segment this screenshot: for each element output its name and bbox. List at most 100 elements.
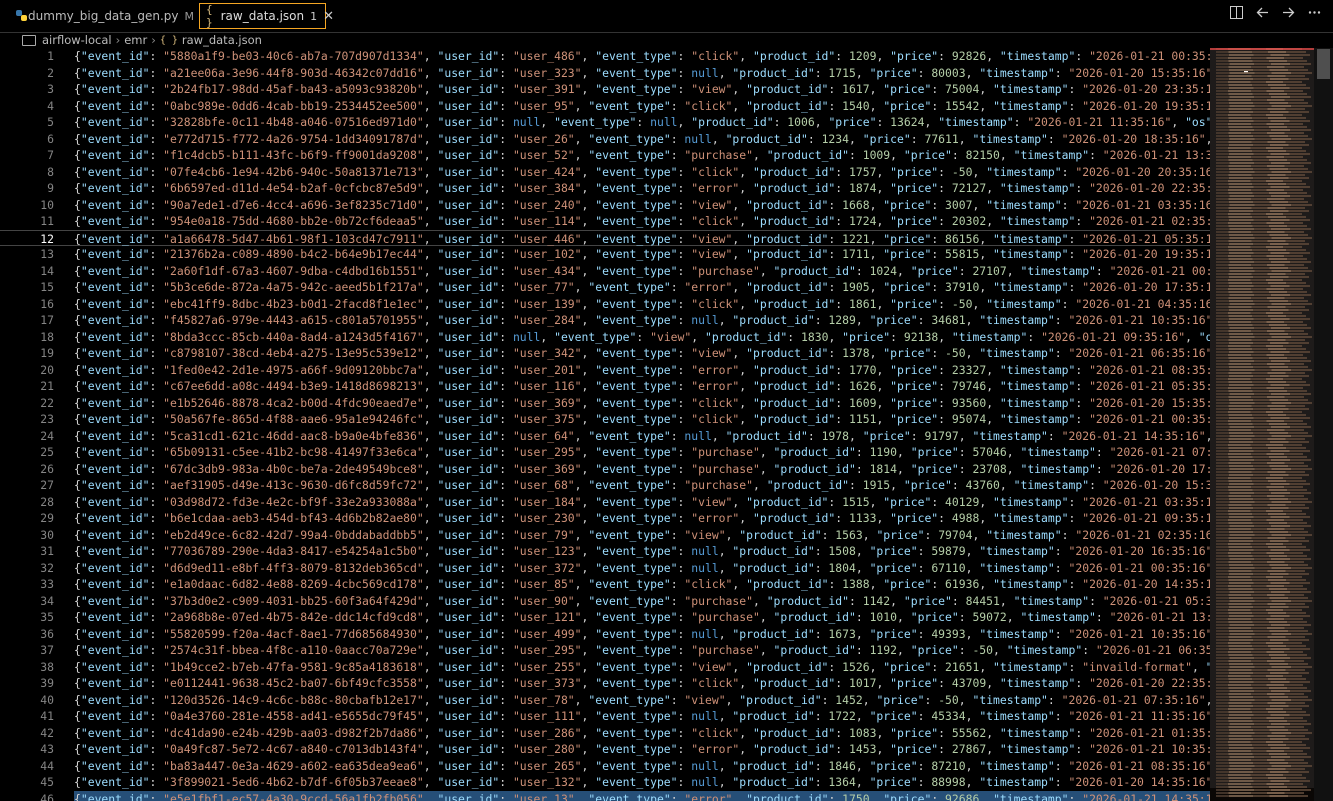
code-editor[interactable]: 1 {"event_id": "5880a1f9-be03-40c6-ab7a-7… xyxy=(0,48,1210,801)
code-text[interactable]: {"event_id": "a1a66478-5d47-4b61-98f1-10… xyxy=(74,231,1210,248)
code-text[interactable]: {"event_id": "f45827a6-979e-4443-a615-c8… xyxy=(74,312,1210,329)
code-text[interactable]: {"event_id": "77036789-290e-4da3-8417-e5… xyxy=(74,543,1210,560)
code-text[interactable]: {"event_id": "e0112441-9638-45c2-ba07-6b… xyxy=(74,675,1210,692)
code-text[interactable]: {"event_id": "b6e1cdaa-aeb3-454d-bf43-4d… xyxy=(74,510,1210,527)
code-text[interactable]: {"event_id": "a21ee06a-3e96-44f8-903d-46… xyxy=(74,65,1210,82)
code-line[interactable]: 40 {"event_id": "120d3526-14c9-4c6c-b88c-… xyxy=(0,692,1210,709)
minimap[interactable] xyxy=(1210,48,1314,801)
code-line[interactable]: 9 {"event_id": "6b6597ed-d11d-4e54-b2af-0… xyxy=(0,180,1210,197)
code-line[interactable]: 14 {"event_id": "2a60f1df-67a3-4607-9dba-… xyxy=(0,263,1210,280)
code-text[interactable]: {"event_id": "e772d715-f772-4a26-9754-1d… xyxy=(74,131,1210,148)
code-text[interactable]: {"event_id": "32828bfe-0c11-4b48-a046-07… xyxy=(74,114,1210,131)
code-text[interactable]: {"event_id": "c67ee6dd-a08c-4494-b3e9-14… xyxy=(74,378,1210,395)
tab-raw-data-json[interactable]: { } raw_data.json 1 ✕ xyxy=(199,3,334,29)
go-back-icon[interactable] xyxy=(1253,6,1271,23)
tab-dummy-big-data-gen[interactable]: dummy_big_data_gen.py M xyxy=(16,3,194,29)
code-line[interactable]: 28 {"event_id": "03d98d72-fd3e-4e2c-bf9f-… xyxy=(0,494,1210,511)
code-text[interactable]: {"event_id": "8bda3ccc-85cb-440a-8ad4-a1… xyxy=(74,329,1210,346)
code-line[interactable]: 43 {"event_id": "0a49fc87-5e72-4c67-a840-… xyxy=(0,741,1210,758)
code-line[interactable]: 26 {"event_id": "67dc3db9-983a-4b0c-be7a-… xyxy=(0,461,1210,478)
vertical-scrollbar[interactable] xyxy=(1314,48,1333,801)
code-text[interactable]: {"event_id": "3f899021-5ed6-4b62-b7df-6f… xyxy=(74,774,1210,791)
code-line[interactable]: 17 {"event_id": "f45827a6-979e-4443-a615-… xyxy=(0,312,1210,329)
code-line[interactable]: 46 {"event_id": "e5e1fbf1-ec57-4a30-9ccd-… xyxy=(0,790,1210,801)
code-text[interactable]: {"event_id": "eb2d49ce-6c82-42d7-99a4-0b… xyxy=(74,527,1210,544)
code-line[interactable]: 5 {"event_id": "32828bfe-0c11-4b48-a046-0… xyxy=(0,114,1210,131)
code-text[interactable]: {"event_id": "e1b52646-8878-4ca2-b00d-4f… xyxy=(74,395,1210,412)
code-text[interactable]: {"event_id": "0a49fc87-5e72-4c67-a840-c7… xyxy=(74,741,1210,758)
code-text[interactable]: {"event_id": "5ca31cd1-621c-46dd-aac8-b9… xyxy=(74,428,1210,445)
code-text[interactable]: {"event_id": "5880a1f9-be03-40c6-ab7a-70… xyxy=(74,48,1210,65)
code-line[interactable]: 15 {"event_id": "5b3ce6de-872a-4a75-942c-… xyxy=(0,279,1210,296)
code-text[interactable]: {"event_id": "120d3526-14c9-4c6c-b88c-80… xyxy=(74,692,1210,709)
code-text[interactable]: {"event_id": "1fed0e42-2d1e-4975-a66f-9d… xyxy=(74,362,1210,379)
breadcrumb-item-airflow-local[interactable]: airflow-local xyxy=(42,33,112,47)
code-text[interactable]: {"event_id": "55820599-f20a-4acf-8ae1-77… xyxy=(74,626,1210,643)
code-line[interactable]: 29 {"event_id": "b6e1cdaa-aeb3-454d-bf43-… xyxy=(0,510,1210,527)
code-line[interactable]: 30 {"event_id": "eb2d49ce-6c82-42d7-99a4-… xyxy=(0,527,1210,544)
code-text[interactable]: {"event_id": "67dc3db9-983a-4b0c-be7a-2d… xyxy=(74,461,1210,478)
code-line[interactable]: 41 {"event_id": "0a4e3760-281e-4558-ad41-… xyxy=(0,708,1210,725)
code-text[interactable]: {"event_id": "dc41da90-e24b-429b-aa03-d9… xyxy=(74,725,1210,742)
code-line[interactable]: 3 {"event_id": "2b24fb17-98dd-45af-ba43-a… xyxy=(0,81,1210,98)
code-line[interactable]: 20 {"event_id": "1fed0e42-2d1e-4975-a66f-… xyxy=(0,362,1210,379)
more-actions-icon[interactable] xyxy=(1305,6,1323,23)
code-line[interactable]: 39 {"event_id": "e0112441-9638-45c2-ba07-… xyxy=(0,675,1210,692)
code-line[interactable]: 13 {"event_id": "21376b2a-c089-4890-b4c2-… xyxy=(0,246,1210,263)
code-text[interactable]: {"event_id": "2a968b8e-07ed-4b75-842e-dd… xyxy=(74,609,1210,626)
code-line[interactable]: 32 {"event_id": "d6d9ed11-e8bf-4ff3-8079-… xyxy=(0,560,1210,577)
code-text[interactable]: {"event_id": "03d98d72-fd3e-4e2c-bf9f-33… xyxy=(74,494,1210,511)
code-line[interactable]: 38 {"event_id": "1b49cce2-b7eb-47fa-9581-… xyxy=(0,659,1210,676)
code-text[interactable]: {"event_id": "50a567fe-865d-4f88-aae6-95… xyxy=(74,411,1210,428)
code-line[interactable]: 10 {"event_id": "90a7ede1-d7e6-4cc4-a696-… xyxy=(0,197,1210,214)
code-line[interactable]: 11 {"event_id": "954e0a18-75dd-4680-bb2e-… xyxy=(0,213,1210,230)
code-text[interactable]: {"event_id": "e1a0daac-6d82-4e88-8269-4c… xyxy=(74,576,1210,593)
code-line[interactable]: 21 {"event_id": "c67ee6dd-a08c-4494-b3e9-… xyxy=(0,378,1210,395)
code-text[interactable]: {"event_id": "ba83a447-0e3a-4629-a602-ea… xyxy=(74,758,1210,775)
code-text[interactable]: {"event_id": "0abc989e-0dd6-4cab-bb19-25… xyxy=(74,98,1210,115)
breadcrumb-item-file[interactable]: raw_data.json xyxy=(182,33,262,47)
code-text[interactable]: {"event_id": "6b6597ed-d11d-4e54-b2af-0c… xyxy=(74,180,1210,197)
code-line[interactable]: 44 {"event_id": "ba83a447-0e3a-4629-a602-… xyxy=(0,758,1210,775)
code-text[interactable]: {"event_id": "0a4e3760-281e-4558-ad41-e5… xyxy=(74,708,1210,725)
code-line[interactable]: 31 {"event_id": "77036789-290e-4da3-8417-… xyxy=(0,543,1210,560)
code-line[interactable]: 6 {"event_id": "e772d715-f772-4a26-9754-1… xyxy=(0,131,1210,148)
code-line[interactable]: 19 {"event_id": "c8798107-38cd-4eb4-a275-… xyxy=(0,345,1210,362)
breadcrumb-item-emr[interactable]: emr xyxy=(124,33,147,47)
split-editor-icon[interactable] xyxy=(1227,6,1245,23)
code-line[interactable]: 27 {"event_id": "aef31905-d49e-413c-9630-… xyxy=(0,477,1210,494)
code-line[interactable]: 42 {"event_id": "dc41da90-e24b-429b-aa03-… xyxy=(0,725,1210,742)
code-line[interactable]: 35 {"event_id": "2a968b8e-07ed-4b75-842e-… xyxy=(0,609,1210,626)
code-line[interactable]: 36 {"event_id": "55820599-f20a-4acf-8ae1-… xyxy=(0,626,1210,643)
code-line[interactable]: 23 {"event_id": "50a567fe-865d-4f88-aae6-… xyxy=(0,411,1210,428)
code-line[interactable]: 16 {"event_id": "ebc41ff9-8dbc-4b23-b0d1-… xyxy=(0,296,1210,313)
code-line[interactable]: 1 {"event_id": "5880a1f9-be03-40c6-ab7a-7… xyxy=(0,48,1210,65)
code-line[interactable]: 24 {"event_id": "5ca31cd1-621c-46dd-aac8-… xyxy=(0,428,1210,445)
code-text[interactable]: {"event_id": "5b3ce6de-872a-4a75-942c-ae… xyxy=(74,279,1210,296)
code-text[interactable]: {"event_id": "07fe4cb6-1e94-42b6-940c-50… xyxy=(74,164,1210,181)
code-line[interactable]: 18 {"event_id": "8bda3ccc-85cb-440a-8ad4-… xyxy=(0,329,1210,346)
code-line[interactable]: 7 {"event_id": "f1c4dcb5-b111-43fc-b6f9-f… xyxy=(0,147,1210,164)
code-text[interactable]: {"event_id": "c8798107-38cd-4eb4-a275-13… xyxy=(74,345,1210,362)
close-tab-icon[interactable]: ✕ xyxy=(323,9,334,24)
code-text[interactable]: {"event_id": "90a7ede1-d7e6-4cc4-a696-3e… xyxy=(74,197,1210,214)
code-line[interactable]: 25 {"event_id": "65b09131-c5ee-41b2-bc98-… xyxy=(0,444,1210,461)
code-line[interactable]: 8 {"event_id": "07fe4cb6-1e94-42b6-940c-5… xyxy=(0,164,1210,181)
code-text[interactable]: {"event_id": "ebc41ff9-8dbc-4b23-b0d1-2f… xyxy=(74,296,1210,313)
code-text[interactable]: {"event_id": "2574c31f-bbea-4f8c-a110-0a… xyxy=(74,642,1210,659)
code-text[interactable]: {"event_id": "2a60f1df-67a3-4607-9dba-c4… xyxy=(74,263,1210,280)
code-line[interactable]: 37 {"event_id": "2574c31f-bbea-4f8c-a110-… xyxy=(0,642,1210,659)
code-line[interactable]: 34 {"event_id": "37b3d0e2-c909-4031-bb25-… xyxy=(0,593,1210,610)
code-text[interactable]: {"event_id": "954e0a18-75dd-4680-bb2e-0b… xyxy=(74,213,1210,230)
code-text[interactable]: {"event_id": "1b49cce2-b7eb-47fa-9581-9c… xyxy=(74,659,1210,676)
go-forward-icon[interactable] xyxy=(1279,6,1297,23)
code-text[interactable]: {"event_id": "aef31905-d49e-413c-9630-d6… xyxy=(74,477,1210,494)
code-text[interactable]: {"event_id": "2b24fb17-98dd-45af-ba43-a5… xyxy=(74,81,1210,98)
code-text[interactable]: {"event_id": "d6d9ed11-e8bf-4ff3-8079-81… xyxy=(74,560,1210,577)
code-text[interactable]: {"event_id": "65b09131-c5ee-41b2-bc98-41… xyxy=(74,444,1210,461)
code-line[interactable]: 4 {"event_id": "0abc989e-0dd6-4cab-bb19-2… xyxy=(0,98,1210,115)
code-line[interactable]: 33 {"event_id": "e1a0daac-6d82-4e88-8269-… xyxy=(0,576,1210,593)
code-text[interactable]: {"event_id": "f1c4dcb5-b111-43fc-b6f9-ff… xyxy=(74,147,1210,164)
code-line[interactable]: 2 {"event_id": "a21ee06a-3e96-44f8-903d-4… xyxy=(0,65,1210,82)
code-line[interactable]: 45 {"event_id": "3f899021-5ed6-4b62-b7df-… xyxy=(0,774,1210,791)
